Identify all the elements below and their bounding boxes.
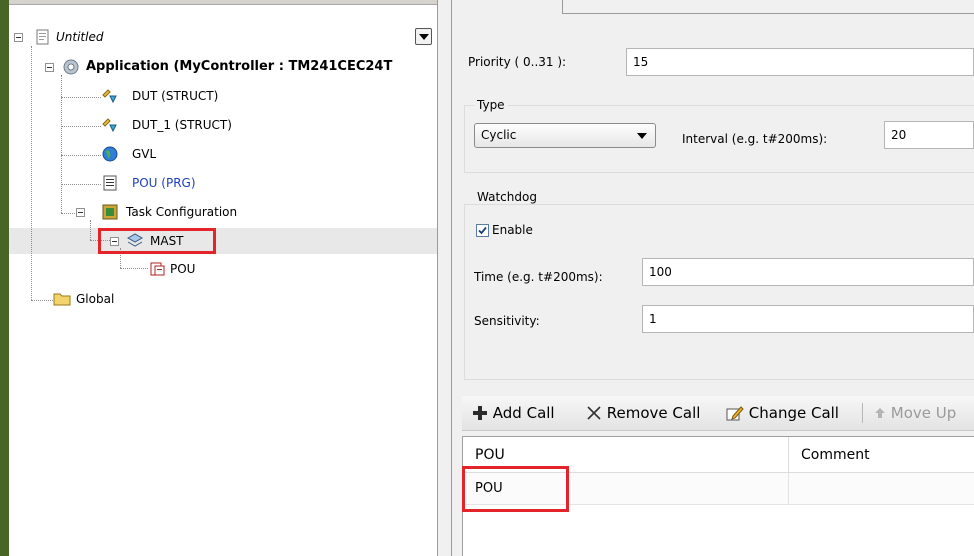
tree-dropdown-button[interactable] — [415, 28, 432, 45]
add-call-button[interactable]: Add Call — [472, 402, 555, 424]
tree-item-label: Application (MyController : TM241CEC24T — [86, 59, 393, 74]
application-gear-icon — [63, 59, 79, 75]
tree-item-label: DUT (STRUCT) — [132, 89, 219, 103]
collapse-icon[interactable] — [14, 33, 23, 42]
type-group-title: Type — [474, 98, 508, 112]
tree-item-pou-call[interactable]: POU — [148, 259, 268, 279]
change-call-button[interactable]: Change Call — [726, 402, 839, 424]
selected-row-highlight — [9, 228, 437, 254]
interval-label: Interval (e.g. t#200ms): — [682, 132, 828, 146]
tree-line — [61, 126, 101, 127]
arrow-up-icon — [875, 408, 885, 418]
tree-line — [61, 75, 62, 213]
tree-item-label: POU (PRG) — [132, 176, 196, 190]
call-toolbar: Add Call Remove Call Change Call Move Up — [462, 396, 974, 431]
plus-icon — [473, 406, 487, 420]
project-icon — [36, 29, 49, 45]
pou-document-icon — [103, 175, 117, 191]
priority-value: 15 — [633, 55, 649, 69]
time-value: 100 — [649, 265, 672, 279]
panel-edge — [0, 0, 9, 556]
type-combobox[interactable]: Cyclic — [474, 123, 656, 148]
panel-splitter[interactable] — [437, 0, 452, 556]
watchdog-group-title: Watchdog — [474, 190, 540, 204]
time-label: Time (e.g. t#200ms): — [474, 270, 603, 284]
sensitivity-field[interactable]: 1 — [642, 305, 974, 333]
move-up-label: Move Up — [890, 404, 957, 422]
tree-line — [61, 97, 101, 98]
edit-icon — [726, 406, 744, 421]
folder-icon — [53, 293, 71, 306]
watchdog-group — [464, 204, 974, 380]
change-call-label: Change Call — [748, 404, 839, 422]
tree-item-label: GVL — [132, 147, 157, 161]
move-up-button[interactable]: Move Up — [874, 402, 956, 424]
tree-item-application[interactable]: Application (MyController : TM241CEC24T — [45, 57, 437, 77]
type-combobox-value: Cyclic — [481, 128, 517, 142]
tree-line — [31, 300, 53, 301]
tree-item-dut-1[interactable]: DUT_1 (STRUCT) — [101, 115, 401, 135]
task-configuration-icon — [102, 204, 118, 220]
collapse-icon[interactable] — [76, 208, 85, 217]
add-call-label: Add Call — [492, 404, 555, 422]
interval-field[interactable]: 20 — [884, 121, 974, 149]
tree-item-label: DUT_1 (STRUCT) — [132, 118, 232, 132]
tree-item-label: Task Configuration — [126, 205, 238, 219]
priority-label: Priority ( 0..31 ): — [468, 55, 567, 69]
panel-top-border — [9, 0, 437, 5]
collapse-icon[interactable] — [45, 63, 54, 72]
tree-item-global[interactable]: Global — [53, 289, 253, 309]
dut-icon — [102, 118, 117, 133]
column-header-comment[interactable]: Comment — [789, 437, 974, 473]
tree-item-label: Global — [76, 292, 115, 306]
editor-tab — [562, 0, 974, 14]
enable-checkbox[interactable] — [476, 224, 489, 237]
chevron-down-icon — [637, 133, 647, 139]
tree-item-dut[interactable]: DUT (STRUCT) — [101, 86, 401, 106]
pou-call-icon — [150, 262, 165, 276]
dut-icon — [102, 89, 117, 104]
tree-line — [120, 268, 148, 269]
tree-item-label: Untitled — [56, 30, 104, 44]
tree-line — [31, 46, 32, 300]
tree-line — [61, 155, 101, 156]
tree-item-label: POU — [170, 262, 196, 276]
tree-item-task-configuration[interactable]: Task Configuration — [76, 202, 396, 222]
time-field[interactable]: 100 — [642, 258, 974, 286]
x-icon — [587, 406, 601, 420]
tree-item-untitled[interactable]: Untitled — [14, 27, 434, 47]
globe-icon — [102, 146, 118, 162]
tree-item-pou-prg[interactable]: POU (PRG) — [101, 173, 401, 193]
sensitivity-value: 1 — [649, 312, 657, 326]
enable-label: Enable — [492, 223, 533, 237]
highlight-box-pou — [462, 466, 569, 512]
sensitivity-label: Sensitivity: — [474, 314, 540, 328]
remove-call-button[interactable]: Remove Call — [586, 402, 700, 424]
tree-line — [61, 184, 101, 185]
checkmark-icon — [478, 226, 487, 235]
table-row-comment-cell[interactable] — [789, 473, 974, 505]
tree-line — [90, 220, 91, 240]
interval-value: 20 — [891, 128, 907, 142]
tree-item-gvl[interactable]: GVL — [101, 144, 401, 164]
device-tree-panel: Untitled Application (MyController : TM2… — [0, 0, 437, 556]
highlight-box-mast — [98, 228, 216, 254]
toolbar-separator — [862, 403, 863, 423]
remove-call-label: Remove Call — [606, 404, 701, 422]
priority-field[interactable]: 15 — [626, 48, 974, 76]
